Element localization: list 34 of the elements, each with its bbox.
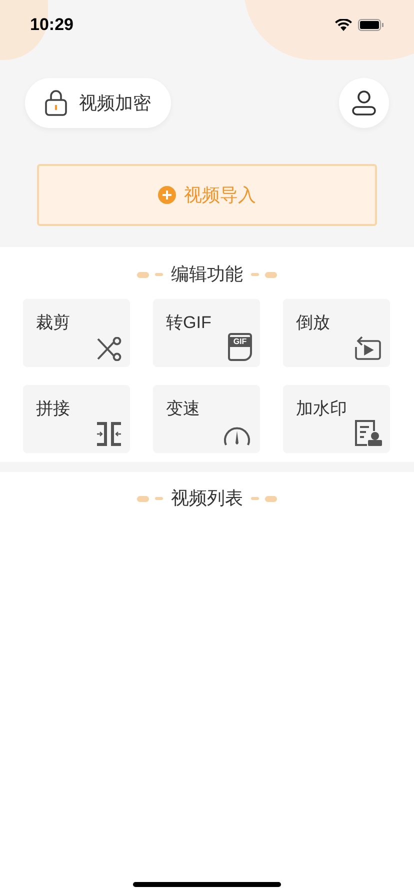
section-title: 视频列表 — [171, 487, 243, 510]
dot-decoration — [137, 496, 149, 502]
tool-label: 裁剪 — [36, 313, 70, 332]
dot-decoration — [155, 497, 163, 500]
section-title: 编辑功能 — [171, 263, 243, 286]
dot-decoration — [251, 497, 259, 500]
dot-decoration — [137, 272, 149, 278]
battery-icon — [358, 19, 384, 31]
replay-icon — [354, 335, 382, 361]
wifi-icon — [335, 19, 352, 31]
tool-tile[interactable]: 拼接 — [23, 385, 130, 453]
tool-tile[interactable]: 转GIF GIF — [153, 299, 260, 367]
merge-icon — [96, 421, 122, 447]
dot-decoration — [155, 273, 163, 276]
document-stamp-icon — [354, 419, 382, 447]
dot-decoration — [251, 273, 259, 276]
tool-tile[interactable]: 裁剪 — [23, 299, 130, 367]
tool-tile[interactable]: 加水印 — [283, 385, 390, 453]
plus-circle-icon — [158, 186, 176, 204]
status-time: 10:29 — [30, 14, 74, 36]
tool-label: 倒放 — [296, 313, 330, 332]
user-icon — [351, 90, 377, 116]
encrypt-button[interactable]: 视频加密 — [25, 78, 171, 128]
dot-decoration — [265, 496, 277, 502]
tool-tile[interactable]: 变速 — [153, 385, 260, 453]
scissors-icon — [96, 337, 122, 361]
tool-label: 转GIF — [166, 313, 212, 332]
tool-label: 拼接 — [36, 399, 70, 418]
tool-label: 加水印 — [296, 399, 347, 418]
dot-decoration — [265, 272, 277, 278]
tool-tile[interactable]: 倒放 — [283, 299, 390, 367]
gif-icon-text: GIF — [230, 337, 250, 347]
tool-label: 变速 — [166, 399, 200, 418]
padlock-icon — [45, 90, 67, 116]
